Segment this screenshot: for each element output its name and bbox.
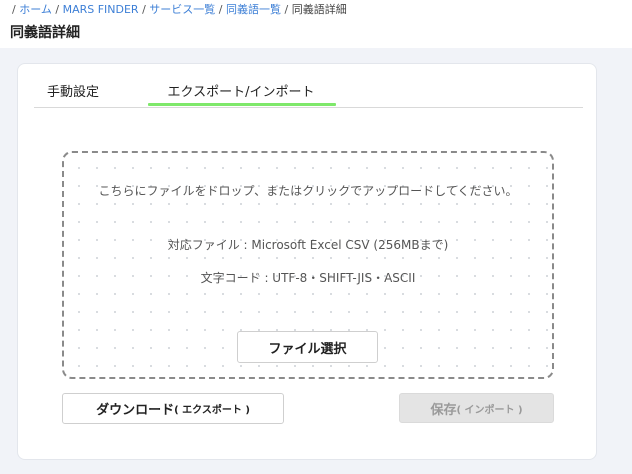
download-sublabel: ( エクスポート )	[174, 405, 250, 416]
breadcrumb-synonym-list[interactable]: 同義語一覧	[226, 3, 281, 16]
active-tab-indicator	[148, 103, 336, 106]
content-card: 手動設定 エクスポート/インポート こちらにファイルをドロップ、またはクリックで…	[17, 63, 597, 460]
breadcrumb-service-list[interactable]: サービス一覧	[149, 3, 215, 16]
encoding-info: 文字コード : UTF-8・SHIFT-JIS・ASCII	[200, 271, 416, 285]
page-title: 同義語詳細	[10, 25, 80, 41]
download-export-button[interactable]: ダウンロード( エクスポート )	[62, 393, 284, 424]
breadcrumb-current: 同義語詳細	[291, 3, 347, 16]
download-label: ダウンロード	[96, 403, 175, 418]
breadcrumb-separator: /	[51, 3, 63, 16]
header-bar: / ホーム / MARS FINDER / サービス一覧 / 同義語一覧 / 同…	[0, 0, 632, 48]
breadcrumb-home[interactable]: ホーム	[19, 3, 52, 16]
supported-file-info: 対応ファイル : Microsoft Excel CSV (256MBまで)	[167, 238, 449, 252]
save-import-button[interactable]: 保存( インポート )	[399, 393, 554, 423]
save-label: 保存	[430, 402, 457, 418]
file-select-button[interactable]: ファイル選択	[237, 331, 378, 363]
breadcrumb: / ホーム / MARS FINDER / サービス一覧 / 同義語一覧 / 同…	[12, 3, 347, 17]
tab-manual-settings[interactable]: 手動設定	[47, 84, 99, 102]
breadcrumb-separator: /	[215, 3, 226, 16]
tab-bar: 手動設定 エクスポート/インポート	[34, 81, 583, 108]
breadcrumb-separator: /	[281, 3, 292, 16]
breadcrumb-separator: /	[138, 3, 150, 16]
save-sublabel: ( インポート )	[456, 404, 523, 416]
file-drop-zone[interactable]: こちらにファイルをドロップ、またはクリックでアップロードしてください。 対応ファ…	[62, 151, 554, 379]
upload-instruction: こちらにファイルをドロップ、またはクリックでアップロードしてください。	[98, 184, 518, 198]
tab-export-import[interactable]: エクスポート/インポート	[147, 84, 335, 102]
breadcrumb-mars-finder[interactable]: MARS FINDER	[63, 3, 139, 16]
